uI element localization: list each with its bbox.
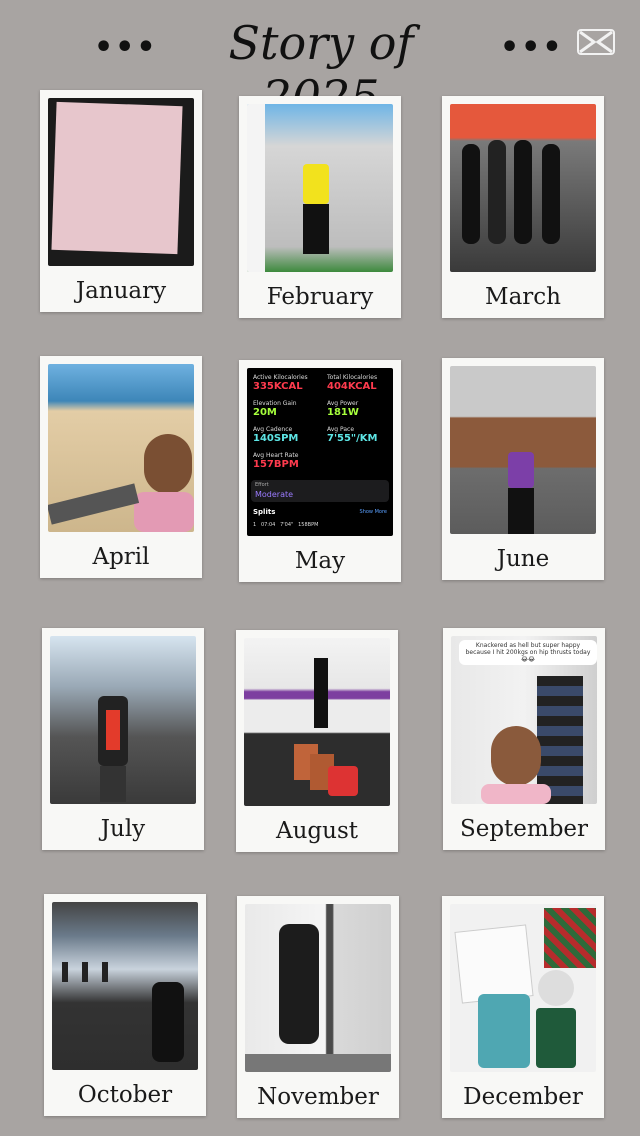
stat-heart-rate: Avg Heart Rate 157BPM (253, 452, 299, 470)
stat-elevation: Elevation Gain 20M (253, 400, 297, 418)
november-photo (245, 904, 391, 1072)
month-label: August (275, 818, 358, 844)
month-label: September (459, 816, 589, 842)
month-card-april[interactable]: April (40, 356, 202, 578)
story-header: ••• Story of 2025 ••• (0, 0, 640, 124)
month-label: April (92, 544, 150, 570)
month-label: November (257, 1084, 379, 1110)
capcut-logo-icon[interactable] (576, 26, 616, 58)
month-card-october[interactable]: October (44, 894, 206, 1116)
month-card-february[interactable]: February (239, 96, 401, 318)
february-photo (247, 104, 393, 272)
month-card-may[interactable]: Active Kilocalories 335KCAL Total Kiloca… (239, 360, 401, 582)
august-photo (244, 638, 390, 806)
dots-decoration-left: ••• (94, 30, 158, 65)
month-label: February (266, 284, 374, 310)
month-card-december[interactable]: December (442, 896, 604, 1118)
month-card-november[interactable]: November (237, 896, 399, 1118)
june-photo (450, 366, 596, 534)
stat-active-kcal: Active Kilocalories 335KCAL (253, 374, 308, 392)
july-photo (50, 636, 196, 804)
may-photo: Active Kilocalories 335KCAL Total Kiloca… (247, 368, 393, 536)
splits-panel: Splits Show More 1 07:04 7'04" 158BPM (253, 508, 387, 528)
month-card-september[interactable]: Knackered as hell but super happy becaus… (443, 628, 605, 850)
september-photo: Knackered as hell but super happy becaus… (451, 636, 597, 804)
month-label: June (496, 546, 550, 572)
stat-total-kcal: Total Kilocalories 404KCAL (327, 374, 378, 392)
month-label: May (294, 548, 346, 574)
december-photo (450, 904, 596, 1072)
month-label: March (485, 284, 561, 310)
month-label: December (463, 1084, 583, 1110)
january-photo (48, 98, 194, 266)
march-photo (450, 104, 596, 272)
dots-decoration-right: ••• (500, 30, 564, 65)
stat-pace: Avg Pace 7'55"/KM (327, 426, 378, 444)
october-photo (52, 902, 198, 1070)
september-caption: Knackered as hell but super happy becaus… (459, 640, 597, 665)
month-card-july[interactable]: July (42, 628, 204, 850)
month-card-march[interactable]: March (442, 96, 604, 318)
stat-cadence: Avg Cadence 140SPM (253, 426, 299, 444)
month-card-june[interactable]: June (442, 358, 604, 580)
stat-power: Avg Power 181W (327, 400, 359, 418)
month-label: January (75, 278, 167, 304)
month-label: October (77, 1082, 173, 1108)
month-label: July (100, 816, 146, 842)
effort-panel: Effort Moderate (251, 480, 389, 502)
month-card-january[interactable]: January (40, 90, 202, 312)
april-photo (48, 364, 194, 532)
month-card-august[interactable]: August (236, 630, 398, 852)
